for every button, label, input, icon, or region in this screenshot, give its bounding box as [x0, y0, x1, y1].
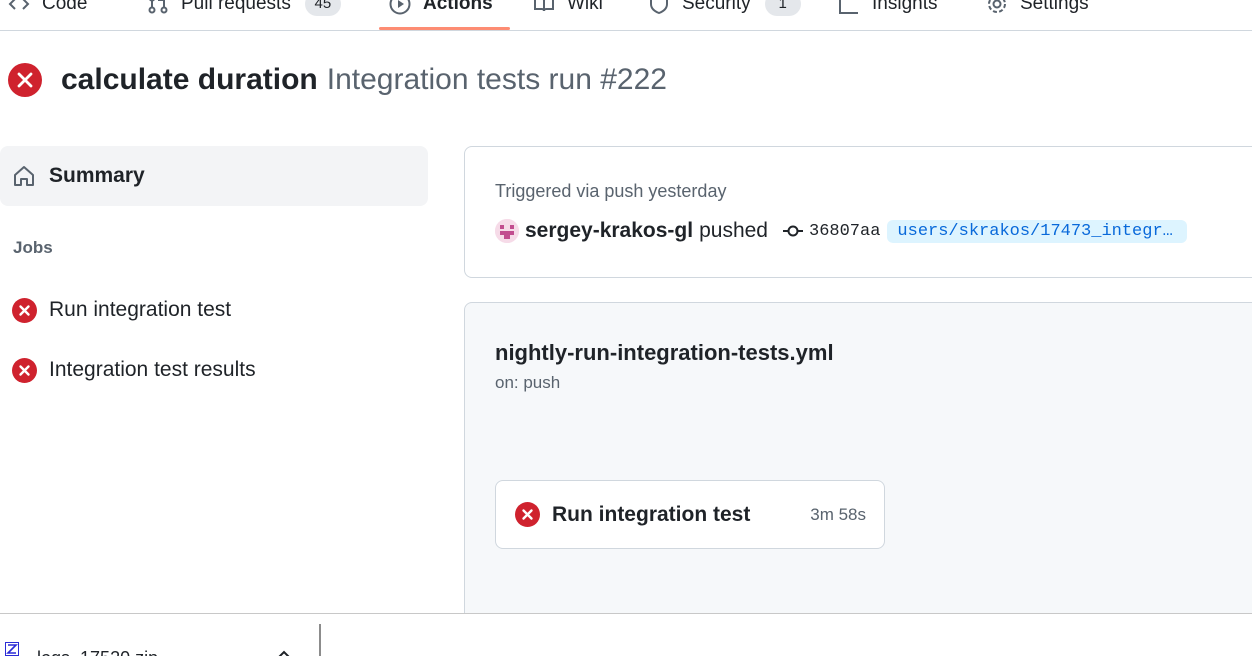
commit-icon: [783, 225, 803, 237]
nav-tab-label: Security: [682, 0, 751, 14]
nav-tab-settings[interactable]: Settings: [986, 0, 1089, 20]
gear-icon: [986, 0, 1008, 15]
nav-tab-pull-requests[interactable]: Pull requests 45: [147, 0, 341, 20]
nav-tab-code[interactable]: Code: [8, 0, 87, 20]
nav-tab-label: Wiki: [567, 0, 603, 14]
graph-icon: [838, 0, 860, 15]
run-workflow-and-number: Integration tests run #222: [326, 63, 667, 96]
nav-tab-label: Pull requests: [181, 0, 291, 14]
chevron-up-icon[interactable]: [276, 650, 292, 656]
trigger-box: Triggered via push yesterday sergey-krak…: [464, 146, 1252, 278]
sidebar-item-summary[interactable]: Summary: [0, 146, 428, 206]
actor-link[interactable]: sergey-krakos-gl: [525, 219, 693, 243]
play-icon: [389, 0, 411, 15]
nav-tab-label: Code: [42, 0, 88, 14]
nav-tab-wiki[interactable]: Wiki: [533, 0, 603, 20]
sidebar-job-run-integration-test[interactable]: Run integration test: [12, 292, 231, 328]
failure-status-icon: [8, 63, 42, 97]
active-tab-underline: [379, 27, 510, 30]
page-title: calculate duration Integration tests run…: [8, 62, 667, 98]
trigger-verb: pushed: [699, 219, 768, 242]
download-shelf: logs_17520.zip: [0, 613, 1252, 656]
run-title: calculate duration: [61, 63, 318, 96]
nav-tab-count-badge: 45: [304, 0, 341, 16]
nav-tab-actions[interactable]: Actions: [389, 0, 493, 20]
job-card-label: Run integration test: [552, 502, 751, 526]
branch-label[interactable]: users/skrakos/17473_integra…: [887, 219, 1188, 243]
book-icon: [533, 0, 555, 15]
nav-tab-security[interactable]: Security 1: [648, 0, 801, 20]
sidebar-job-integration-test-results[interactable]: Integration test results: [12, 352, 256, 388]
workflow-trigger-event: on: push: [495, 373, 561, 392]
pull-request-icon: [147, 0, 169, 15]
nav-tab-count-badge: 1: [764, 0, 801, 16]
workflow-graph: nightly-run-integration-tests.yml on: pu…: [464, 302, 1252, 632]
nav-tab-label: Actions: [423, 0, 493, 14]
trigger-label: Triggered via push yesterday: [495, 181, 727, 201]
download-item-filename[interactable]: logs_17520.zip: [37, 648, 158, 656]
code-icon: [8, 0, 30, 15]
sidebar-job-label: Run integration test: [49, 298, 232, 321]
job-card-run-integration-test[interactable]: Run integration test 3m 58s: [495, 480, 885, 549]
failure-icon: [12, 357, 37, 383]
divider: [319, 624, 321, 656]
nav-tab-label: Insights: [872, 0, 938, 14]
shield-icon: [648, 0, 670, 15]
zip-file-icon: [5, 642, 19, 656]
jobs-heading: Jobs: [13, 238, 53, 257]
sidebar-job-label: Integration test results: [49, 358, 256, 381]
failure-icon: [12, 297, 37, 323]
trigger-row: sergey-krakos-gl pushed 36807aa users/sk…: [495, 217, 1188, 245]
sidebar-item-label: Summary: [49, 164, 145, 187]
failure-icon: [515, 502, 540, 527]
avatar[interactable]: [495, 219, 519, 243]
repo-nav: Code Pull requests 45 Actions Wiki Secur…: [0, 0, 1252, 31]
home-icon: [12, 164, 36, 188]
nav-tab-label: Settings: [1020, 0, 1089, 14]
nav-tab-insights[interactable]: Insights: [838, 0, 937, 20]
workflow-file-name[interactable]: nightly-run-integration-tests.yml: [495, 340, 834, 366]
commit-sha-link[interactable]: 36807aa: [809, 222, 880, 241]
job-duration: 3m 58s: [810, 504, 866, 524]
